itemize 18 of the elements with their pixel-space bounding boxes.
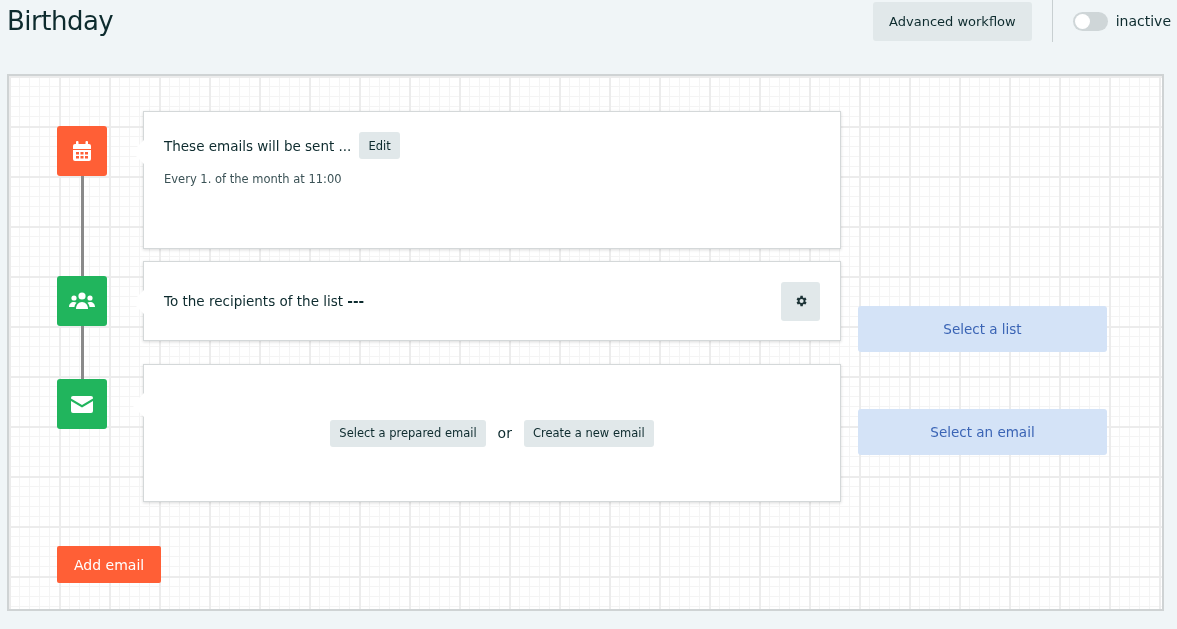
select-list-button[interactable]: Select a list — [858, 306, 1107, 352]
connector-line — [80, 326, 84, 379]
calendar-icon — [73, 141, 91, 161]
schedule-detail: Every 1. of the month at 11:00 — [164, 172, 343, 186]
or-text: or — [497, 425, 512, 441]
select-email-button[interactable]: Select an email — [858, 409, 1107, 455]
people-group-icon — [69, 292, 95, 310]
edit-button[interactable]: Edit — [359, 132, 400, 159]
recipients-text: To the recipients of the list --- — [164, 293, 365, 309]
status-toggle[interactable] — [1072, 11, 1108, 31]
schedule-title: These emails will be sent ... — [164, 137, 352, 154]
create-email-button[interactable]: Create a new email — [523, 419, 654, 447]
page-title: Birthday — [7, 6, 115, 36]
envelope-icon — [71, 395, 93, 413]
select-prepared-email-button[interactable]: Select a prepared email — [330, 419, 486, 447]
settings-button[interactable] — [781, 281, 820, 321]
advanced-workflow-button[interactable]: Advanced workflow — [873, 1, 1032, 41]
status-label: inactive — [1115, 13, 1171, 29]
